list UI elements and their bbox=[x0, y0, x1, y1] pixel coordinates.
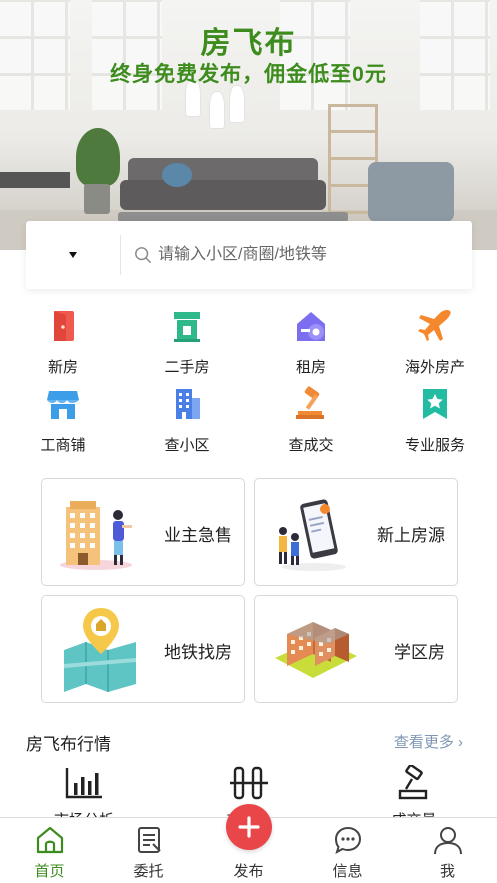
category-community[interactable]: 查小区 bbox=[125, 386, 249, 462]
feature-card-new-listings[interactable]: 新上房源 bbox=[254, 478, 458, 586]
document-icon bbox=[138, 827, 161, 853]
category-label: 专业服务 bbox=[404, 437, 465, 454]
category-new-house[interactable]: 新房 bbox=[1, 308, 125, 384]
publish-button[interactable] bbox=[226, 804, 272, 850]
caret-down-icon bbox=[69, 252, 77, 258]
price-compare-icon bbox=[230, 766, 268, 800]
feature-label: 地铁找房 bbox=[164, 643, 232, 662]
shop-icon bbox=[47, 391, 79, 419]
lamp-decoration bbox=[230, 86, 244, 122]
feature-card-school-district[interactable]: 学区房 bbox=[254, 595, 458, 703]
chat-icon bbox=[334, 826, 362, 855]
bench-decoration bbox=[0, 172, 70, 188]
nav-item-publish[interactable]: 发布 bbox=[199, 804, 298, 883]
category-label: 查小区 bbox=[164, 437, 210, 454]
category-label: 工商铺 bbox=[40, 437, 86, 454]
feature-card-subway[interactable]: 地铁找房 bbox=[41, 595, 245, 703]
brand-title: 房飞布 bbox=[200, 27, 297, 60]
city-selector[interactable] bbox=[26, 221, 120, 289]
feature-label: 新上房源 bbox=[377, 526, 445, 545]
category-overseas[interactable]: 海外房产 bbox=[373, 308, 497, 384]
market-section-title: 房飞布行情 bbox=[26, 735, 111, 754]
search-bar bbox=[26, 221, 472, 289]
category-label: 新房 bbox=[47, 359, 78, 376]
bottom-nav: 首页 委托 发布 信息 我 bbox=[0, 804, 497, 883]
nav-item-messages[interactable]: 信息 bbox=[298, 818, 397, 883]
building-icon bbox=[176, 389, 200, 419]
star-badge-icon bbox=[423, 389, 447, 419]
pillow-decoration bbox=[162, 163, 192, 187]
sofa-seat-decoration bbox=[120, 180, 326, 210]
new-listing-illustration bbox=[279, 499, 346, 571]
door-icon bbox=[54, 311, 74, 341]
map-pin-illustration bbox=[63, 608, 137, 692]
category-label: 海外房产 bbox=[404, 359, 465, 376]
house-icon bbox=[174, 312, 200, 342]
plant-decoration bbox=[76, 128, 120, 186]
brand-slogan: 终身免费发布，佣金低至0元 bbox=[110, 63, 387, 86]
category-rent[interactable]: 租房 bbox=[249, 308, 373, 384]
plus-icon bbox=[238, 816, 260, 838]
airplane-icon bbox=[418, 309, 451, 341]
owner-sale-illustration bbox=[60, 501, 132, 570]
nav-label: 我 bbox=[439, 863, 455, 880]
nav-item-home[interactable]: 首页 bbox=[0, 818, 99, 883]
category-deals[interactable]: 查成交 bbox=[249, 386, 373, 462]
feature-card-owner-sale[interactable]: 业主急售 bbox=[41, 478, 245, 586]
house-key-icon bbox=[297, 312, 325, 341]
search-icon bbox=[135, 247, 151, 263]
nav-label: 信息 bbox=[332, 863, 363, 880]
search-divider bbox=[120, 235, 121, 275]
nav-item-entrust[interactable]: 委托 bbox=[99, 818, 198, 883]
category-label: 查成交 bbox=[288, 437, 334, 454]
user-icon bbox=[434, 827, 462, 855]
bar-chart-icon bbox=[65, 768, 102, 799]
school-district-illustration bbox=[275, 622, 357, 678]
nav-item-me[interactable]: 我 bbox=[398, 818, 497, 883]
market-more-link[interactable]: 查看更多 › bbox=[394, 731, 463, 752]
category-services[interactable]: 专业服务 bbox=[373, 386, 497, 462]
search-input[interactable] bbox=[158, 239, 458, 271]
nav-label: 首页 bbox=[34, 863, 65, 880]
nav-label: 发布 bbox=[233, 863, 264, 880]
gavel-icon bbox=[398, 765, 428, 800]
feature-label: 业主急售 bbox=[164, 526, 232, 545]
nav-label: 委托 bbox=[133, 863, 164, 880]
category-second-hand[interactable]: 二手房 bbox=[125, 308, 249, 384]
home-icon bbox=[36, 826, 64, 854]
lamp-decoration bbox=[210, 92, 224, 128]
category-shop[interactable]: 工商铺 bbox=[1, 386, 125, 462]
chair-decoration bbox=[368, 162, 454, 222]
pot-decoration bbox=[84, 184, 110, 214]
hero-banner: 房飞布 终身免费发布，佣金低至0元 bbox=[0, 0, 497, 250]
gavel-icon bbox=[296, 386, 324, 419]
category-label: 二手房 bbox=[164, 359, 210, 376]
feature-label: 学区房 bbox=[394, 643, 445, 662]
category-label: 租房 bbox=[295, 359, 326, 376]
